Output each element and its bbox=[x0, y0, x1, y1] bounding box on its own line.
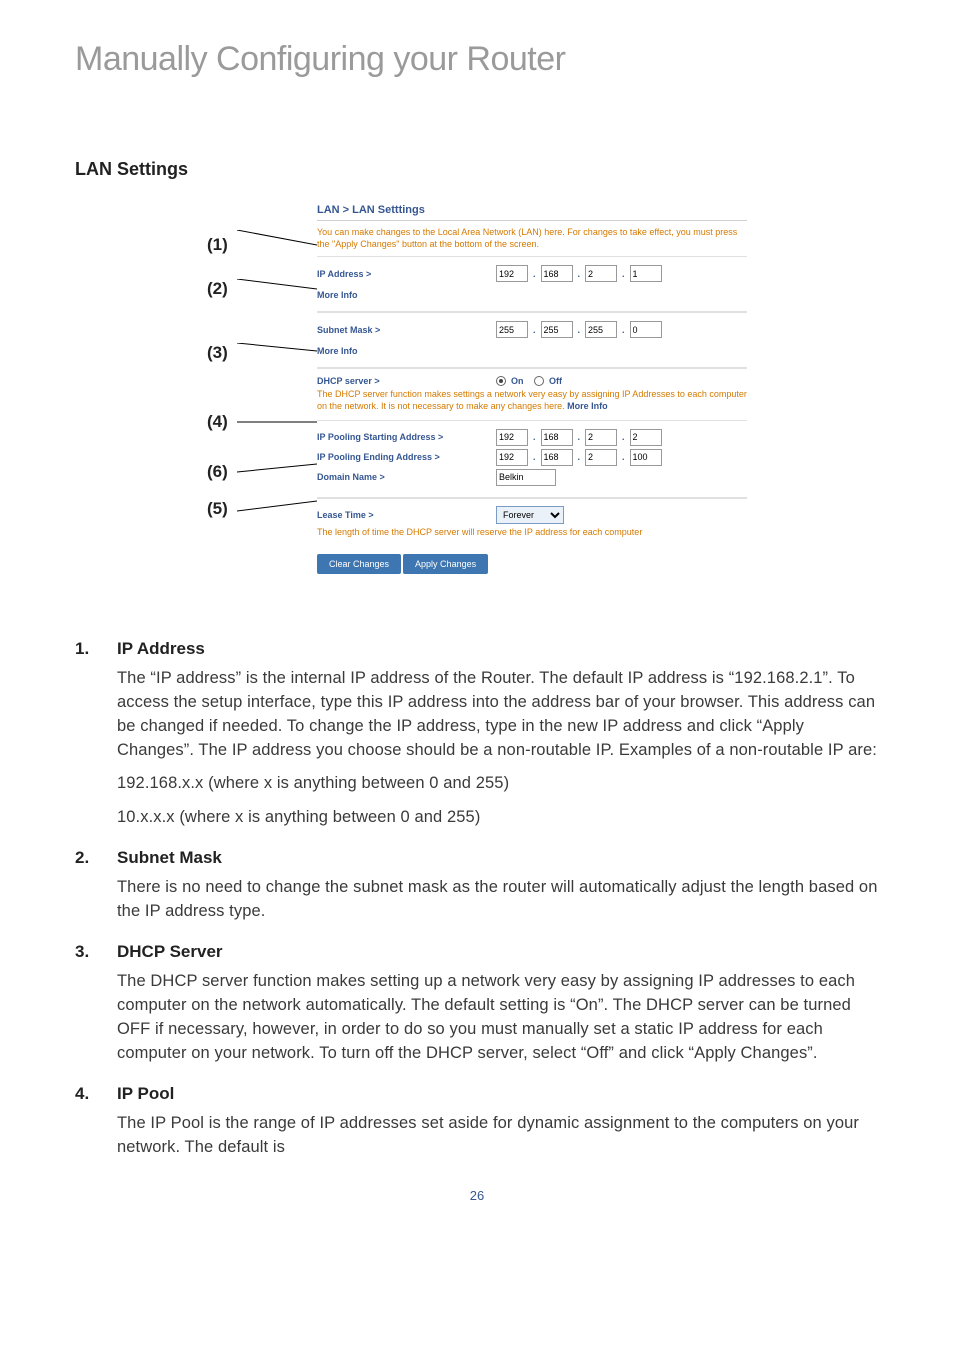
domain-name-label: Domain Name > bbox=[317, 472, 492, 482]
callout-4: (4) bbox=[207, 412, 235, 432]
pool-start-label: IP Pooling Starting Address > bbox=[317, 432, 492, 442]
ip-octet-2[interactable] bbox=[541, 265, 573, 282]
radio-off[interactable] bbox=[534, 376, 544, 386]
pool-end-4[interactable] bbox=[630, 449, 662, 466]
lease-desc: The length of time the DHCP server will … bbox=[317, 527, 747, 537]
callout-2: (2) bbox=[207, 279, 235, 299]
pool-start-1[interactable] bbox=[496, 429, 528, 446]
subnet-mask-label: Subnet Mask > bbox=[317, 325, 492, 335]
dhcp-server-label: DHCP server > bbox=[317, 376, 492, 386]
page-title: Manually Configuring your Router bbox=[75, 40, 879, 79]
dhcp-desc: The DHCP server function makes settings … bbox=[317, 389, 747, 412]
item-title: IP Pool bbox=[117, 1084, 174, 1104]
more-info-link[interactable]: More Info bbox=[317, 290, 358, 300]
callout-6: (6) bbox=[207, 462, 235, 482]
pool-start-3[interactable] bbox=[585, 429, 617, 446]
domain-name-input[interactable] bbox=[496, 469, 556, 486]
pool-end-1[interactable] bbox=[496, 449, 528, 466]
lan-diagram: (1) (2) (3) (4) (6) (5) bbox=[75, 198, 879, 584]
pool-start-2[interactable] bbox=[541, 429, 573, 446]
item-num: 3. bbox=[75, 942, 117, 962]
ip-example: 10.x.x.x (where x is anything between 0 … bbox=[117, 806, 879, 830]
clear-changes-button[interactable]: Clear Changes bbox=[317, 554, 401, 574]
dhcp-server-row: DHCP server > On Off The DHCP server fun… bbox=[317, 368, 747, 419]
radio-on[interactable] bbox=[496, 376, 506, 386]
subnet-mask-row: Subnet Mask > . . . More Info bbox=[317, 312, 747, 368]
pool-end-3[interactable] bbox=[585, 449, 617, 466]
item-body: The IP Pool is the range of IP addresses… bbox=[117, 1112, 879, 1160]
ip-address-label: IP Address > bbox=[317, 269, 492, 279]
callout-5: (5) bbox=[207, 499, 235, 519]
radio-on-label: On bbox=[511, 376, 524, 386]
callout-3: (3) bbox=[207, 343, 235, 363]
page-number: 26 bbox=[75, 1188, 879, 1203]
callout-numbers: (1) (2) (3) (4) (6) (5) bbox=[207, 198, 317, 524]
sm-octet-2[interactable] bbox=[541, 321, 573, 338]
item-body: The DHCP server function makes setting u… bbox=[117, 970, 879, 1066]
sm-octet-4[interactable] bbox=[630, 321, 662, 338]
item-title: IP Address bbox=[117, 639, 205, 659]
ip-octet-4[interactable] bbox=[630, 265, 662, 282]
item-title: DHCP Server bbox=[117, 942, 223, 962]
item-body: There is no need to change the subnet ma… bbox=[117, 876, 879, 924]
ip-octet-3[interactable] bbox=[585, 265, 617, 282]
ip-octet-1[interactable] bbox=[496, 265, 528, 282]
item-num: 1. bbox=[75, 639, 117, 659]
sm-octet-3[interactable] bbox=[585, 321, 617, 338]
lease-time-select[interactable]: Forever bbox=[496, 506, 564, 524]
pool-end-label: IP Pooling Ending Address > bbox=[317, 452, 492, 462]
panel-desc: You can make changes to the Local Area N… bbox=[317, 221, 747, 256]
apply-changes-button[interactable]: Apply Changes bbox=[403, 554, 488, 574]
more-info-link[interactable]: More Info bbox=[317, 346, 358, 356]
lan-settings-panel: LAN > LAN Setttings You can make changes… bbox=[317, 198, 747, 584]
ip-example: 192.168.x.x (where x is anything between… bbox=[117, 772, 879, 796]
lease-time-label: Lease Time > bbox=[317, 510, 492, 520]
pool-start-4[interactable] bbox=[630, 429, 662, 446]
pool-end-2[interactable] bbox=[541, 449, 573, 466]
lan-settings-heading: LAN Settings bbox=[75, 159, 879, 180]
item-num: 4. bbox=[75, 1084, 117, 1104]
content-list: 1. IP Address The “IP address” is the in… bbox=[75, 639, 879, 1160]
radio-off-label: Off bbox=[549, 376, 562, 386]
item-title: Subnet Mask bbox=[117, 848, 222, 868]
ip-address-row: IP Address > . . . More Info bbox=[317, 256, 747, 312]
callout-1: (1) bbox=[207, 235, 235, 255]
ip-pool-row: IP Pooling Starting Address > . . . IP P… bbox=[317, 420, 747, 498]
sm-octet-1[interactable] bbox=[496, 321, 528, 338]
lease-time-row: Lease Time > Forever The length of time … bbox=[317, 498, 747, 544]
panel-header: LAN > LAN Setttings bbox=[317, 198, 747, 221]
item-body: The “IP address” is the internal IP addr… bbox=[117, 667, 879, 763]
item-num: 2. bbox=[75, 848, 117, 868]
